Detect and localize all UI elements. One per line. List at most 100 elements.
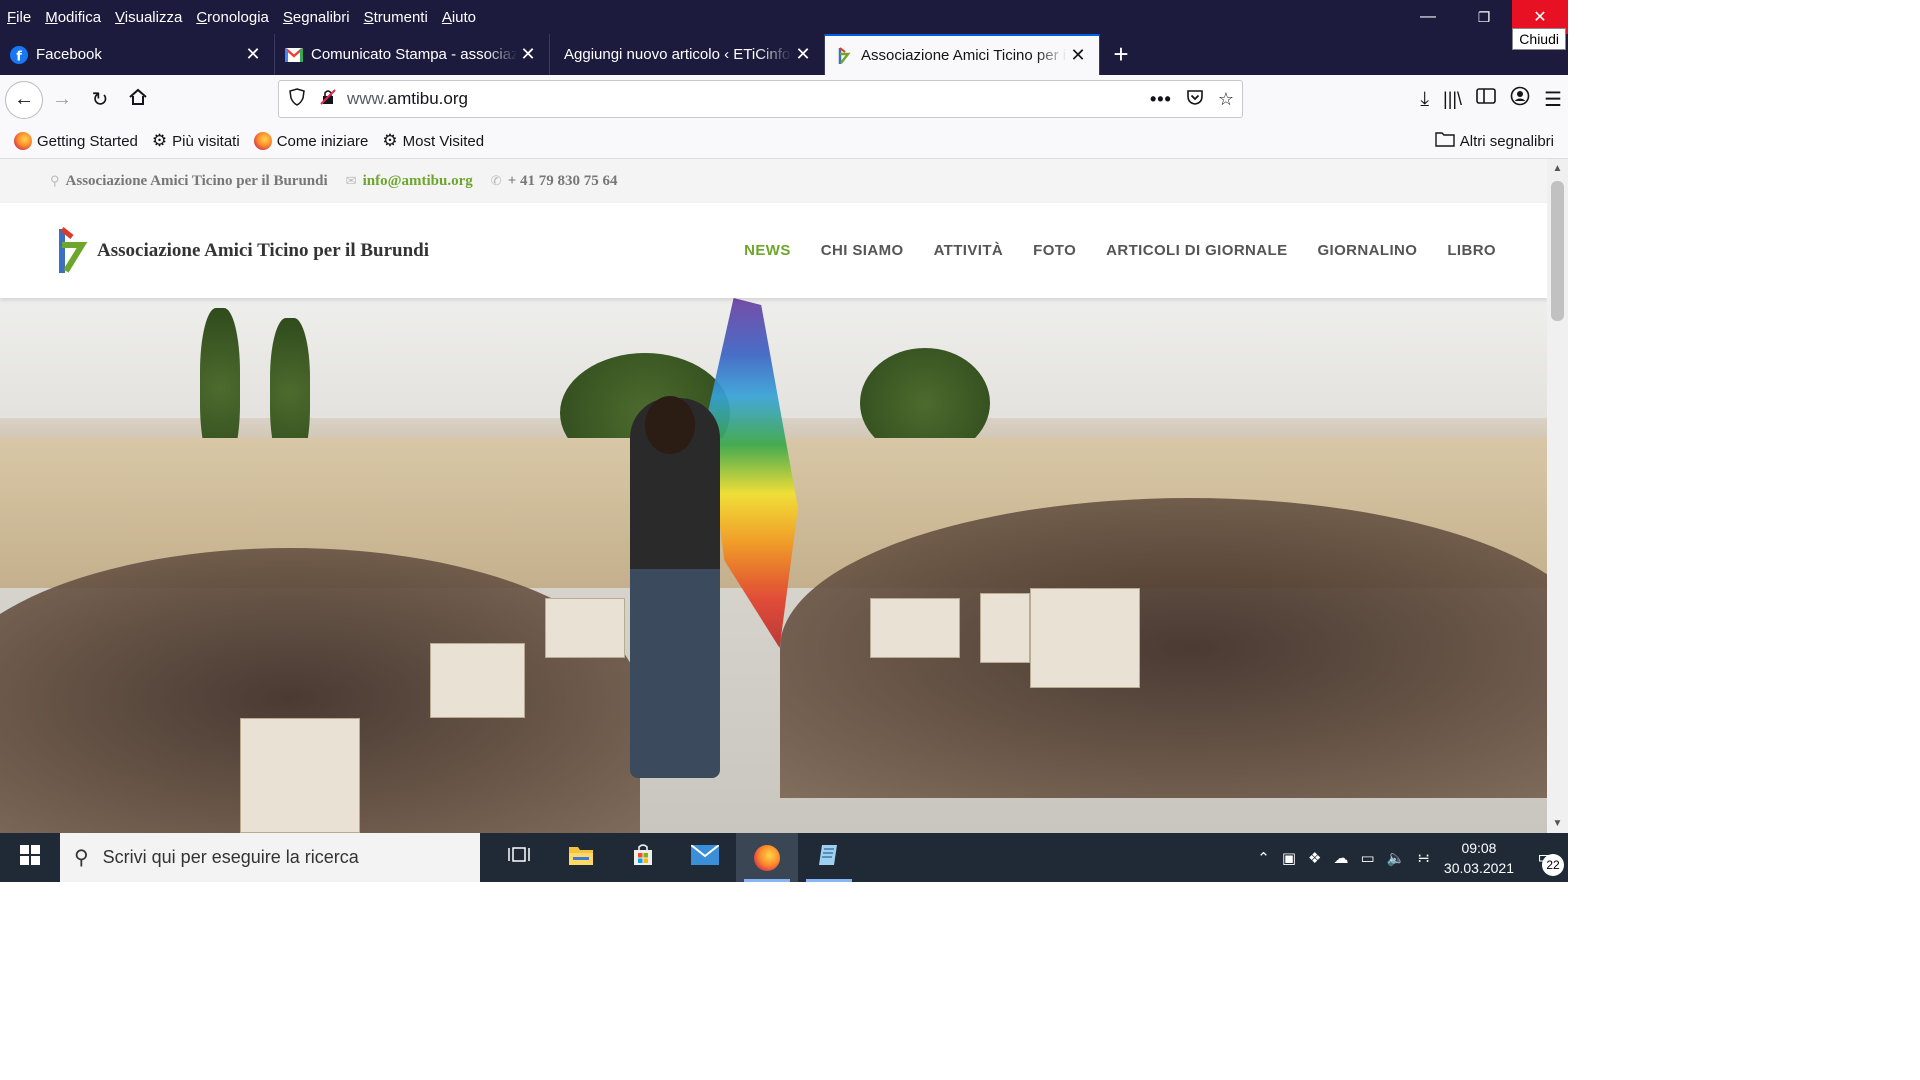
tracking-shield-icon[interactable]	[289, 87, 305, 111]
bookmark-come-iniziare[interactable]: Come iniziare	[253, 132, 369, 150]
home-button[interactable]	[119, 81, 157, 119]
close-tab-icon[interactable]: ✕	[517, 44, 539, 65]
sidebar-icon[interactable]	[1476, 87, 1496, 111]
back-button[interactable]: ←	[5, 80, 43, 119]
bookmark-label: Come iniziare	[276, 132, 369, 150]
windows-taskbar: ⚲ Scrivi qui per eseguire la ricerca ⌃ ▣…	[0, 833, 1568, 882]
task-view-icon	[508, 845, 530, 871]
url-text: www.amtibu.org	[347, 89, 468, 109]
page-actions-icon[interactable]: •••	[1150, 89, 1172, 110]
close-tab-icon[interactable]: ✕	[792, 44, 814, 65]
hamburger-menu-icon[interactable]: ☰	[1544, 87, 1562, 112]
bookmark-star-icon[interactable]: ☆	[1218, 89, 1234, 110]
url-domain: amtibu.org	[387, 89, 468, 108]
pocket-icon[interactable]	[1186, 88, 1204, 111]
battery-icon[interactable]: ▭	[1360, 849, 1374, 867]
menu-bar: File Modifica Visualizza Cronologia Segn…	[0, 0, 1568, 50]
svg-text:f: f	[16, 49, 22, 64]
menu-strumenti[interactable]: Strumenti	[357, 9, 435, 26]
bookmark-getting-started[interactable]: Getting Started	[14, 132, 138, 150]
new-tab-button[interactable]: +	[1100, 34, 1142, 75]
folder-icon	[1435, 131, 1455, 151]
firefox-icon	[754, 844, 780, 871]
tab-title: Aggiungi nuovo articolo ‹ ETiCinforma	[564, 46, 792, 63]
tab-eticinforma[interactable]: Aggiungi nuovo articolo ‹ ETiCinforma ✕	[550, 34, 825, 75]
close-tab-icon[interactable]: ✕	[242, 44, 264, 65]
scroll-down-icon[interactable]: ▼	[1547, 818, 1568, 829]
menu-visualizza[interactable]: Visualizza	[108, 9, 189, 26]
scrollbar-thumb[interactable]	[1551, 181, 1564, 321]
nav-chi-siamo[interactable]: CHI SIAMO	[821, 242, 904, 259]
home-icon	[128, 87, 148, 113]
bookmark-piu-visitati[interactable]: ⚙ Più visitati	[152, 131, 240, 151]
menu-aiuto[interactable]: Aiuto	[435, 9, 483, 26]
page-scrollbar[interactable]: ▲ ▼	[1547, 159, 1568, 833]
nav-foto[interactable]: FOTO	[1033, 242, 1076, 259]
file-explorer-button[interactable]	[550, 833, 612, 882]
restore-button[interactable]: ❐	[1456, 0, 1512, 34]
url-bar[interactable]: www.amtibu.org ••• ☆	[278, 80, 1243, 118]
email-text: info@amtibu.org	[362, 172, 473, 189]
nav-news[interactable]: NEWS	[744, 242, 791, 259]
task-view-button[interactable]	[488, 833, 550, 882]
folder-icon	[568, 844, 594, 872]
nav-giornalino[interactable]: GIORNALINO	[1317, 242, 1417, 259]
bookmark-most-visited[interactable]: ⚙ Most Visited	[382, 131, 484, 151]
web-page: ⚲ Associazione Amici Ticino per il Burun…	[0, 159, 1547, 833]
restore-icon: ❐	[1477, 8, 1491, 25]
bookmark-label: Più visitati	[172, 132, 240, 150]
notification-count-badge: 22	[1542, 854, 1564, 876]
hero-image	[0, 298, 1547, 833]
address-text: Associazione Amici Ticino per il Burundi	[65, 172, 328, 189]
plus-icon: +	[1113, 39, 1129, 69]
search-icon: ⚲	[74, 847, 89, 869]
tab-gmail[interactable]: Comunicato Stampa - associazione ✕	[275, 34, 550, 75]
tab-facebook[interactable]: f Facebook ✕	[0, 34, 275, 75]
tab-title: Facebook	[36, 46, 102, 63]
menu-file[interactable]: File	[0, 9, 38, 26]
onedrive-cloud-icon[interactable]: ☁	[1333, 849, 1348, 867]
clock-time: 09:08	[1461, 839, 1497, 856]
action-center-button[interactable]: ▭ 22	[1524, 833, 1568, 882]
other-bookmarks[interactable]: Altri segnalibri	[1435, 131, 1554, 151]
scroll-up-icon[interactable]: ▲	[1547, 163, 1568, 174]
firefox-taskbar-button[interactable]	[736, 833, 798, 882]
minimize-button[interactable]: —	[1400, 0, 1456, 34]
downloads-icon[interactable]: ⤓	[1420, 88, 1429, 111]
bookmark-label: Most Visited	[402, 132, 485, 150]
site-header: Associazione Amici Ticino per il Burundi…	[0, 203, 1547, 298]
menu-cronologia[interactable]: Cronologia	[189, 9, 276, 26]
mail-button[interactable]	[674, 833, 736, 882]
menu-modifica[interactable]: Modifica	[38, 9, 108, 26]
library-icon[interactable]: |||\	[1443, 89, 1462, 110]
hero-box	[430, 643, 525, 718]
tab-amtibu[interactable]: Associazione Amici Ticino per il Burundi…	[825, 34, 1100, 75]
notepad-taskbar-button[interactable]	[798, 833, 860, 882]
account-icon[interactable]	[1510, 86, 1530, 112]
chevron-up-icon[interactable]: ⌃	[1257, 849, 1270, 867]
dropbox-icon[interactable]: ❖	[1308, 849, 1321, 867]
clock[interactable]: 09:08 30.03.2021	[1444, 838, 1514, 878]
insecure-lock-icon[interactable]	[319, 88, 337, 111]
reload-icon: ↻	[91, 89, 109, 111]
close-tab-icon[interactable]: ✕	[1067, 45, 1089, 66]
menu-segnalibri[interactable]: Segnalibri	[276, 9, 357, 26]
forward-button[interactable]: →	[43, 81, 81, 119]
reload-button[interactable]: ↻	[81, 81, 119, 119]
nav-libro[interactable]: LIBRO	[1447, 242, 1496, 259]
amtibu-icon	[835, 46, 853, 65]
taskbar-search-box[interactable]: ⚲ Scrivi qui per eseguire la ricerca	[60, 833, 480, 882]
start-button[interactable]	[0, 833, 60, 882]
volume-icon[interactable]: 🔈	[1387, 849, 1406, 867]
site-logo[interactable]	[56, 225, 88, 277]
wifi-icon[interactable]: ∺	[1417, 849, 1430, 867]
firefox-icon	[14, 132, 32, 150]
store-button[interactable]	[612, 833, 674, 882]
nav-articoli-di-giornale[interactable]: ARTICOLI DI GIORNALE	[1106, 242, 1287, 259]
nav-attivita[interactable]: ATTIVITÀ	[934, 242, 1004, 259]
meet-now-icon[interactable]: ▣	[1282, 849, 1296, 867]
site-name[interactable]: Associazione Amici Ticino per il Burundi	[97, 240, 429, 262]
navigation-toolbar: ← → ↻ www.amtibu.org ••• ☆ ⤓ |||\ ☰	[0, 75, 1568, 124]
email-link[interactable]: ✉ info@amtibu.org	[346, 173, 473, 190]
bookmark-label: Getting Started	[37, 132, 138, 150]
